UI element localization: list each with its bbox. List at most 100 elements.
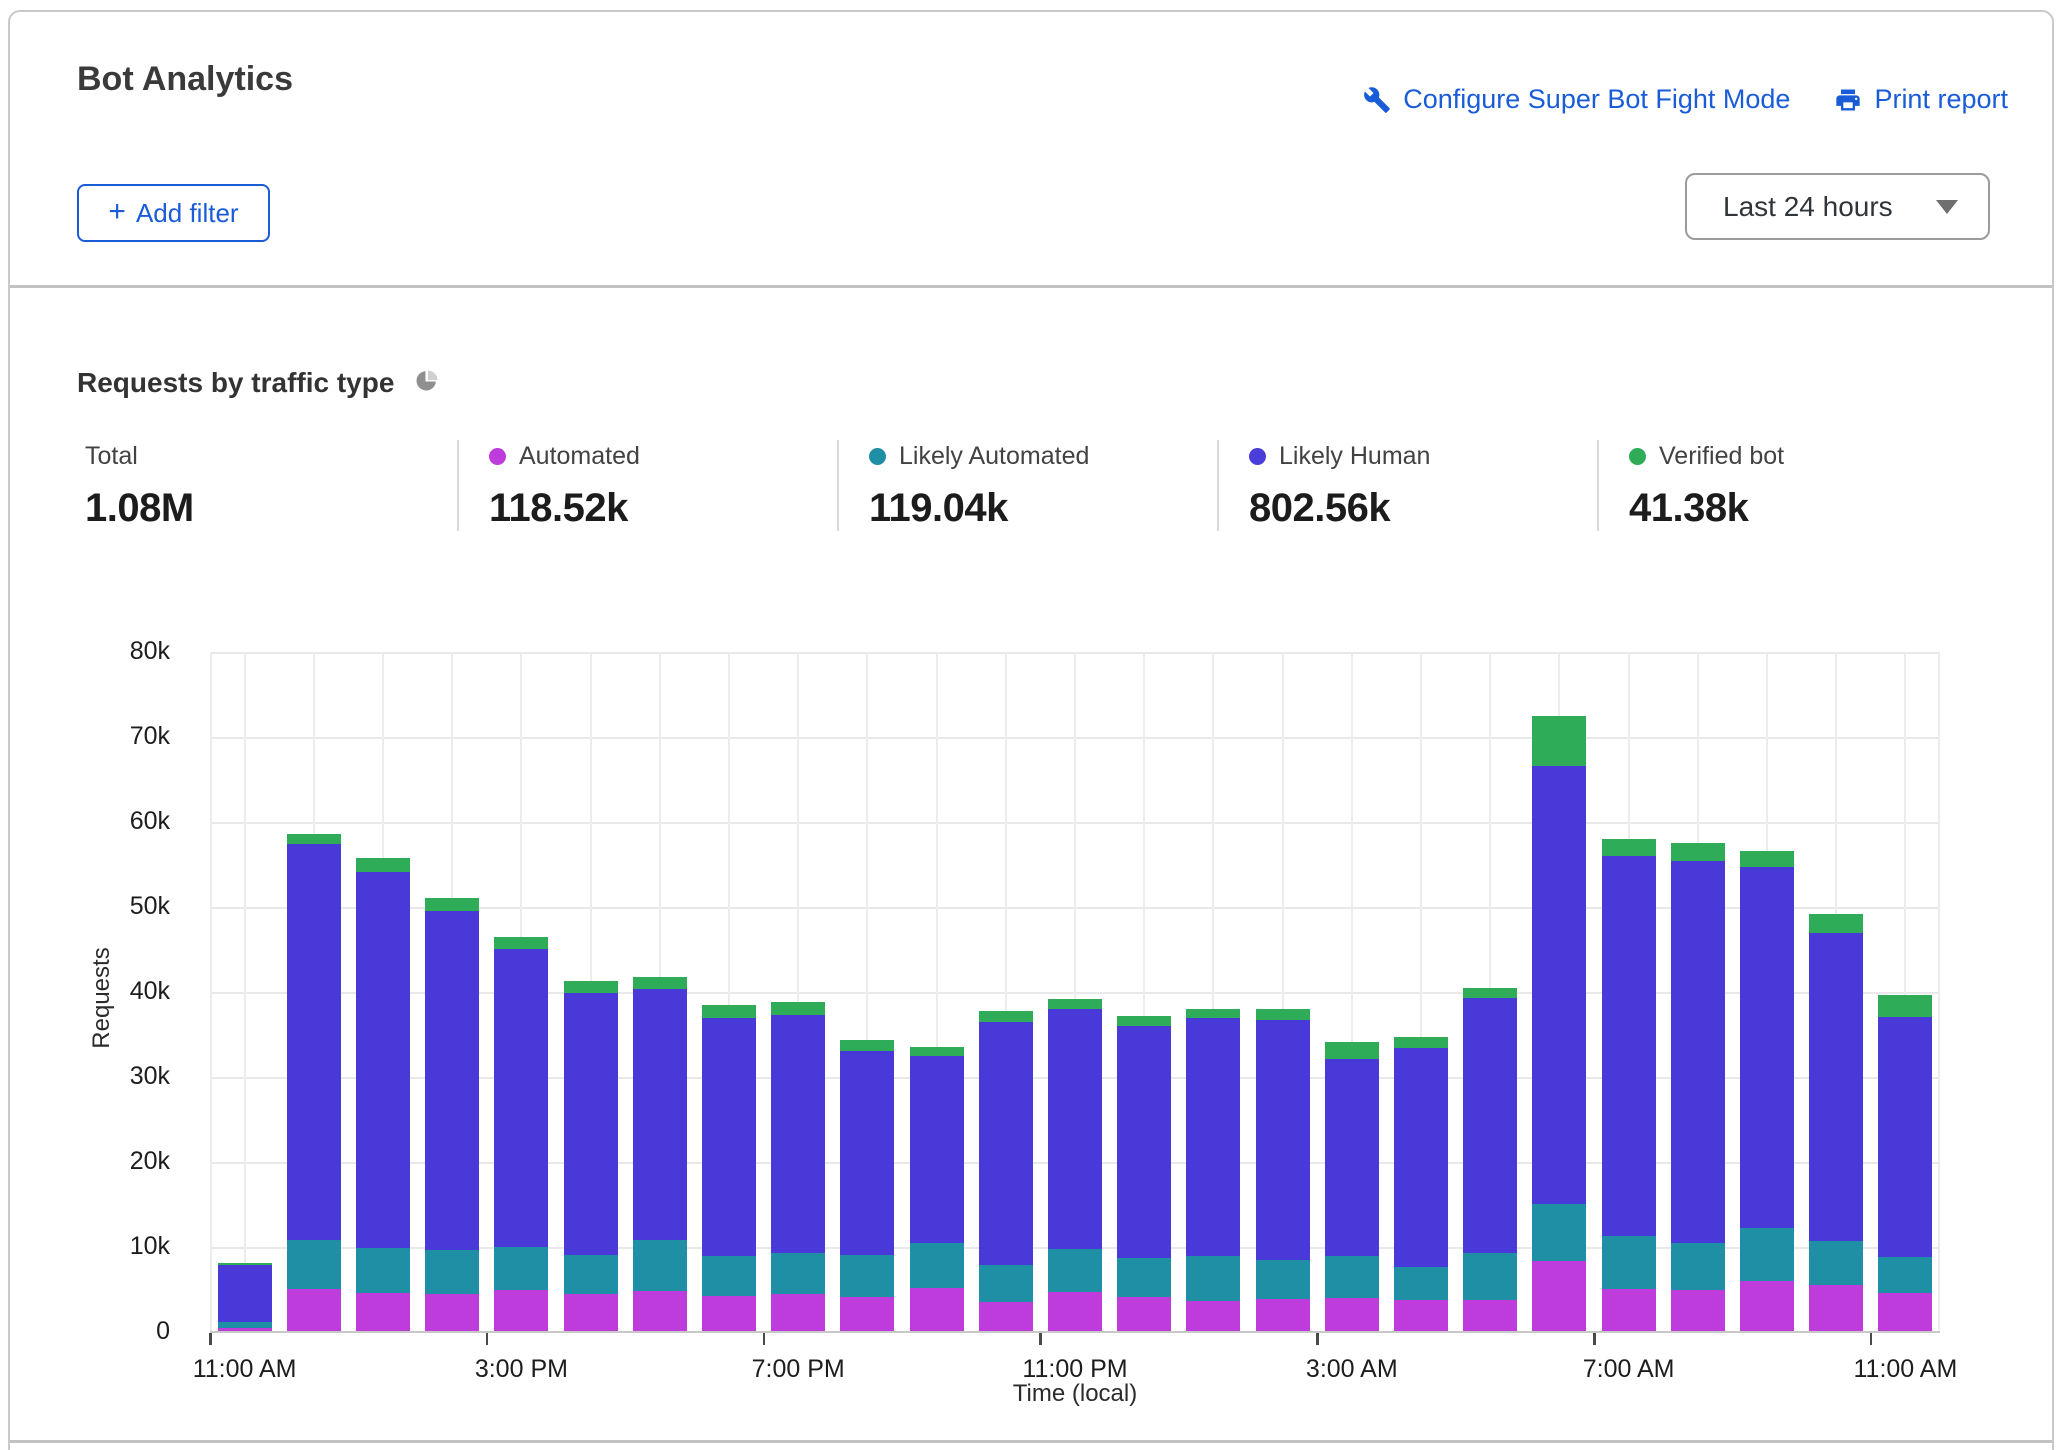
bar-stack[interactable] <box>1809 914 1863 1331</box>
bar-stack[interactable] <box>1186 1009 1240 1331</box>
bar-segment <box>1671 861 1725 1244</box>
bar-stack[interactable] <box>1740 851 1794 1331</box>
stat-label: Likely Human <box>1279 442 1430 471</box>
x-axis-baseline <box>210 1331 1940 1334</box>
bar-segment <box>425 898 479 912</box>
bar-segment <box>1048 999 1102 1009</box>
y-tick-label: 40k <box>10 977 170 1006</box>
bar-segment <box>1463 988 1517 998</box>
bar-segment <box>979 1265 1033 1302</box>
bar-segment <box>1740 1228 1794 1281</box>
bar-stack[interactable] <box>1532 716 1586 1331</box>
bot-analytics-card: Bot Analytics Configure Super Bot Fight … <box>8 10 2054 1450</box>
bar-segment <box>1740 851 1794 867</box>
page-title: Bot Analytics <box>77 60 293 99</box>
time-range-select[interactable]: Last 24 hours <box>1685 173 1990 240</box>
stat-value: 1.08M <box>85 486 457 531</box>
bar-stack[interactable] <box>702 1005 756 1331</box>
bar-segment <box>564 981 618 993</box>
bar-stack[interactable] <box>1256 1009 1310 1331</box>
bar-segment <box>910 1243 964 1288</box>
bar-stack[interactable] <box>1878 995 1932 1331</box>
stat-likely-automated: Likely Automated 119.04k <box>837 440 1217 531</box>
bar-stack[interactable] <box>287 834 341 1331</box>
bar-segment <box>287 1240 341 1288</box>
bar-segment <box>1048 1292 1102 1331</box>
bar-segment <box>1740 867 1794 1228</box>
y-tick-label: 10k <box>10 1232 170 1261</box>
add-filter-button[interactable]: + Add filter <box>77 184 270 242</box>
bar-stack[interactable] <box>218 1263 272 1331</box>
x-tick-label: 3:00 AM <box>1306 1355 1398 1384</box>
bar-segment <box>218 1263 272 1265</box>
x-axis-tick <box>1039 1333 1042 1345</box>
time-range-value: Last 24 hours <box>1723 191 1936 223</box>
bar-segment <box>840 1255 894 1297</box>
bar-segment <box>425 911 479 1250</box>
x-tick-label: 7:00 AM <box>1583 1355 1675 1384</box>
y-tick-label: 30k <box>10 1062 170 1091</box>
bar-stack[interactable] <box>564 981 618 1331</box>
bar-segment <box>771 1015 825 1253</box>
bar-stack[interactable] <box>910 1047 964 1331</box>
x-tick-label: 11:00 AM <box>193 1355 297 1384</box>
stat-total: Total 1.08M <box>77 440 457 531</box>
bar-segment <box>1602 1289 1656 1332</box>
stat-label: Likely Automated <box>899 442 1089 471</box>
plus-icon: + <box>108 197 126 227</box>
bar-segment <box>1809 914 1863 934</box>
configure-super-bot-fight-mode-link[interactable]: Configure Super Bot Fight Mode <box>1363 84 1790 115</box>
x-tick-label: 3:00 PM <box>475 1355 568 1384</box>
bar-stack[interactable] <box>771 1002 825 1331</box>
bar-segment <box>840 1040 894 1050</box>
bar-segment <box>218 1322 272 1328</box>
x-axis-tick <box>209 1333 212 1345</box>
stat-value: 118.52k <box>489 486 837 531</box>
stat-label: Total <box>85 442 138 471</box>
bar-segment <box>702 1296 756 1331</box>
bar-segment <box>356 1248 410 1293</box>
bar-segment <box>979 1011 1033 1022</box>
bar-stack[interactable] <box>356 858 410 1331</box>
bar-stack[interactable] <box>633 977 687 1331</box>
v-gridline <box>1938 653 1940 1331</box>
bar-segment <box>1671 843 1725 861</box>
section-title: Requests by traffic type <box>77 367 394 399</box>
bar-segment <box>702 1256 756 1296</box>
bar-segment <box>356 858 410 872</box>
verified-bot-dot-icon <box>1629 448 1646 465</box>
print-report-link[interactable]: Print report <box>1834 84 2008 115</box>
bar-segment <box>494 949 548 1247</box>
bar-segment <box>1186 1301 1240 1331</box>
bar-stack[interactable] <box>979 1011 1033 1331</box>
x-tick-label: 7:00 PM <box>752 1355 845 1384</box>
bar-stack[interactable] <box>1048 999 1102 1331</box>
header-links: Configure Super Bot Fight Mode Print rep… <box>1363 84 2008 115</box>
bar-segment <box>287 844 341 1240</box>
bar-stack[interactable] <box>494 937 548 1331</box>
bar-stack[interactable] <box>425 898 479 1332</box>
bar-segment <box>1256 1260 1310 1298</box>
bar-segment <box>910 1047 964 1056</box>
likely-human-dot-icon <box>1249 448 1266 465</box>
stat-value: 802.56k <box>1249 486 1597 531</box>
bar-stack[interactable] <box>1117 1016 1171 1331</box>
y-tick-label: 70k <box>10 722 170 751</box>
bar-segment <box>633 1291 687 1331</box>
x-axis-tick <box>1870 1333 1873 1345</box>
bar-segment <box>1463 1300 1517 1331</box>
bar-stack[interactable] <box>840 1040 894 1331</box>
bar-segment <box>564 1294 618 1331</box>
v-gridline <box>244 653 246 1331</box>
bar-stack[interactable] <box>1602 839 1656 1331</box>
bar-stack[interactable] <box>1394 1037 1448 1331</box>
bar-segment <box>910 1056 964 1242</box>
bar-segment <box>287 834 341 844</box>
bar-stack[interactable] <box>1463 988 1517 1331</box>
bar-segment <box>1878 995 1932 1017</box>
bar-stack[interactable] <box>1325 1042 1379 1331</box>
bar-stack[interactable] <box>1671 843 1725 1331</box>
bar-segment <box>494 1247 548 1290</box>
bar-segment <box>1740 1281 1794 1331</box>
bar-segment <box>1878 1257 1932 1293</box>
